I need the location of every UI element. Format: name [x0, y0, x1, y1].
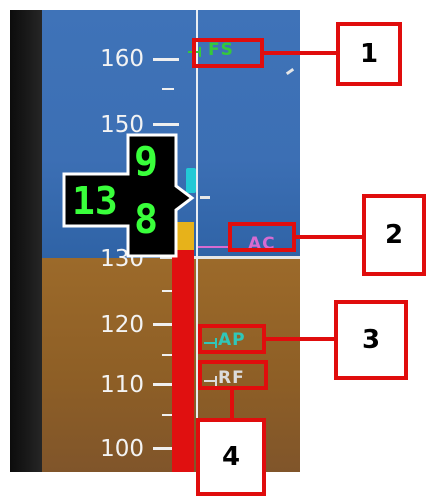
callout-1-number: 1	[359, 39, 379, 69]
callout-3-number: 3	[361, 325, 381, 355]
fs-highlight-box	[192, 38, 264, 68]
airspeed-units-lower: 8	[134, 197, 159, 243]
callout-2-connector	[296, 235, 362, 239]
rf-highlight-box	[198, 360, 268, 390]
airspeed-units-upper: 9	[134, 139, 159, 185]
callout-2-number: 2	[384, 220, 404, 250]
callout-1-box: 1	[336, 22, 402, 86]
ap-highlight-box	[198, 324, 266, 354]
callout-3-connector	[266, 337, 334, 341]
callout-1-connector	[264, 51, 336, 55]
callout-3-box: 3	[334, 300, 408, 380]
callout-4-number: 4	[221, 442, 241, 472]
callout-4-connector	[230, 390, 234, 420]
ac-highlight-box	[228, 222, 296, 252]
callout-4-box: 4	[196, 418, 266, 496]
airspeed-tens-digits: 13	[72, 179, 118, 223]
ac-bug-leader-line	[198, 246, 228, 248]
callout-2-box: 2	[362, 194, 426, 276]
